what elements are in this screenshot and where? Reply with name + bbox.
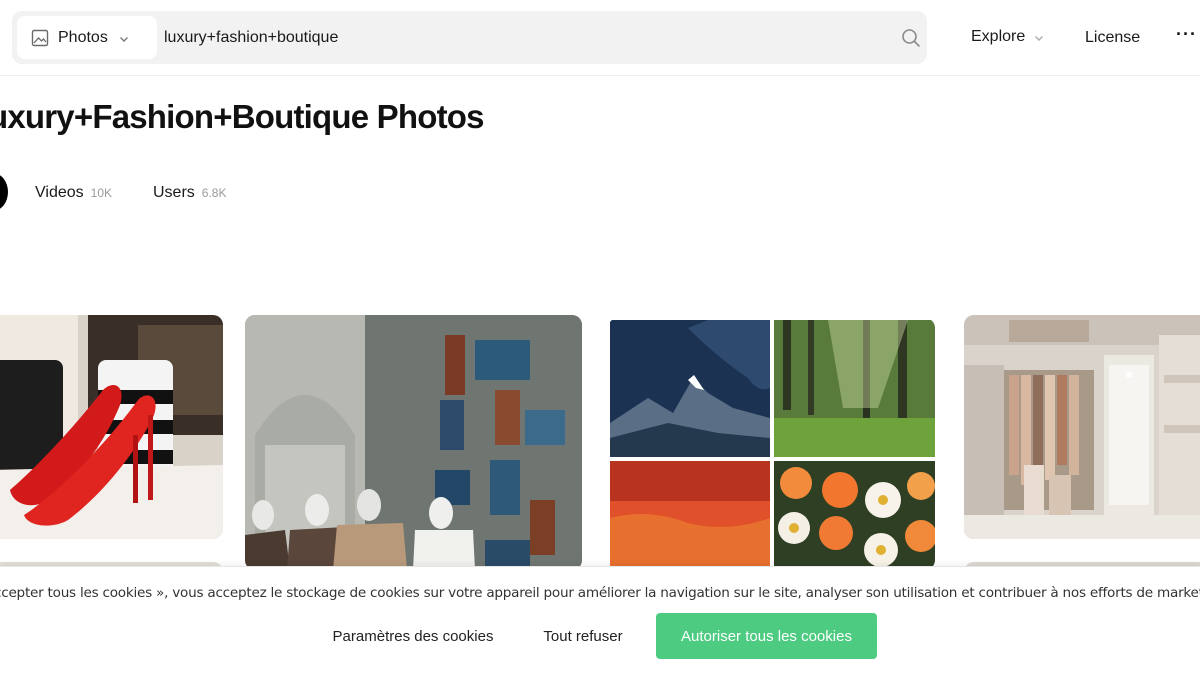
tab-label: Users [153,184,195,201]
clothing-store-image [964,315,1200,539]
tab-count: 6.8K [201,186,227,200]
photo-card-boutique-window[interactable] [245,315,582,570]
cookie-settings-button[interactable]: Paramètres des cookies [318,613,508,659]
red-heels-image [0,315,223,539]
top-header: Photos Explore License ··· [0,0,1200,76]
nav-license[interactable]: License [1085,29,1140,47]
nav-explore[interactable]: Explore [971,28,1045,46]
photo-card-clothing-store[interactable] [964,315,1200,539]
search-type-select[interactable]: Photos [17,16,157,59]
tab-videos[interactable]: Videos 10K [35,184,112,202]
search-icon[interactable] [900,27,922,49]
page-title: uxury+Fashion+Boutique Photos [0,98,484,135]
image-icon [31,29,49,47]
tab-users[interactable]: Users 6.8K [153,184,226,202]
nature-collage-image [608,318,935,570]
accept-all-cookies-button[interactable]: Autoriser tous les cookies [656,613,877,659]
tab-count: 10K [90,186,112,200]
photo-card-red-heels[interactable] [0,315,223,539]
search-input[interactable] [164,16,864,59]
cookie-banner: ccepter tous les cookies », vous accepte… [0,566,1200,675]
tab-photos-active[interactable] [0,173,8,211]
nav-explore-label: Explore [971,28,1026,45]
search-bar: Photos [12,11,927,64]
photo-card-nature-collage[interactable] [608,318,935,570]
boutique-window-image [245,315,582,570]
refuse-all-button[interactable]: Tout refuser [528,613,638,659]
tab-label: Videos [35,184,84,201]
search-type-label: Photos [58,28,108,46]
more-icon[interactable]: ··· [1176,24,1197,45]
chevron-down-icon [1033,31,1045,43]
chevron-down-icon [118,32,130,44]
cookie-banner-text: ccepter tous les cookies », vous accepte… [0,585,1200,601]
